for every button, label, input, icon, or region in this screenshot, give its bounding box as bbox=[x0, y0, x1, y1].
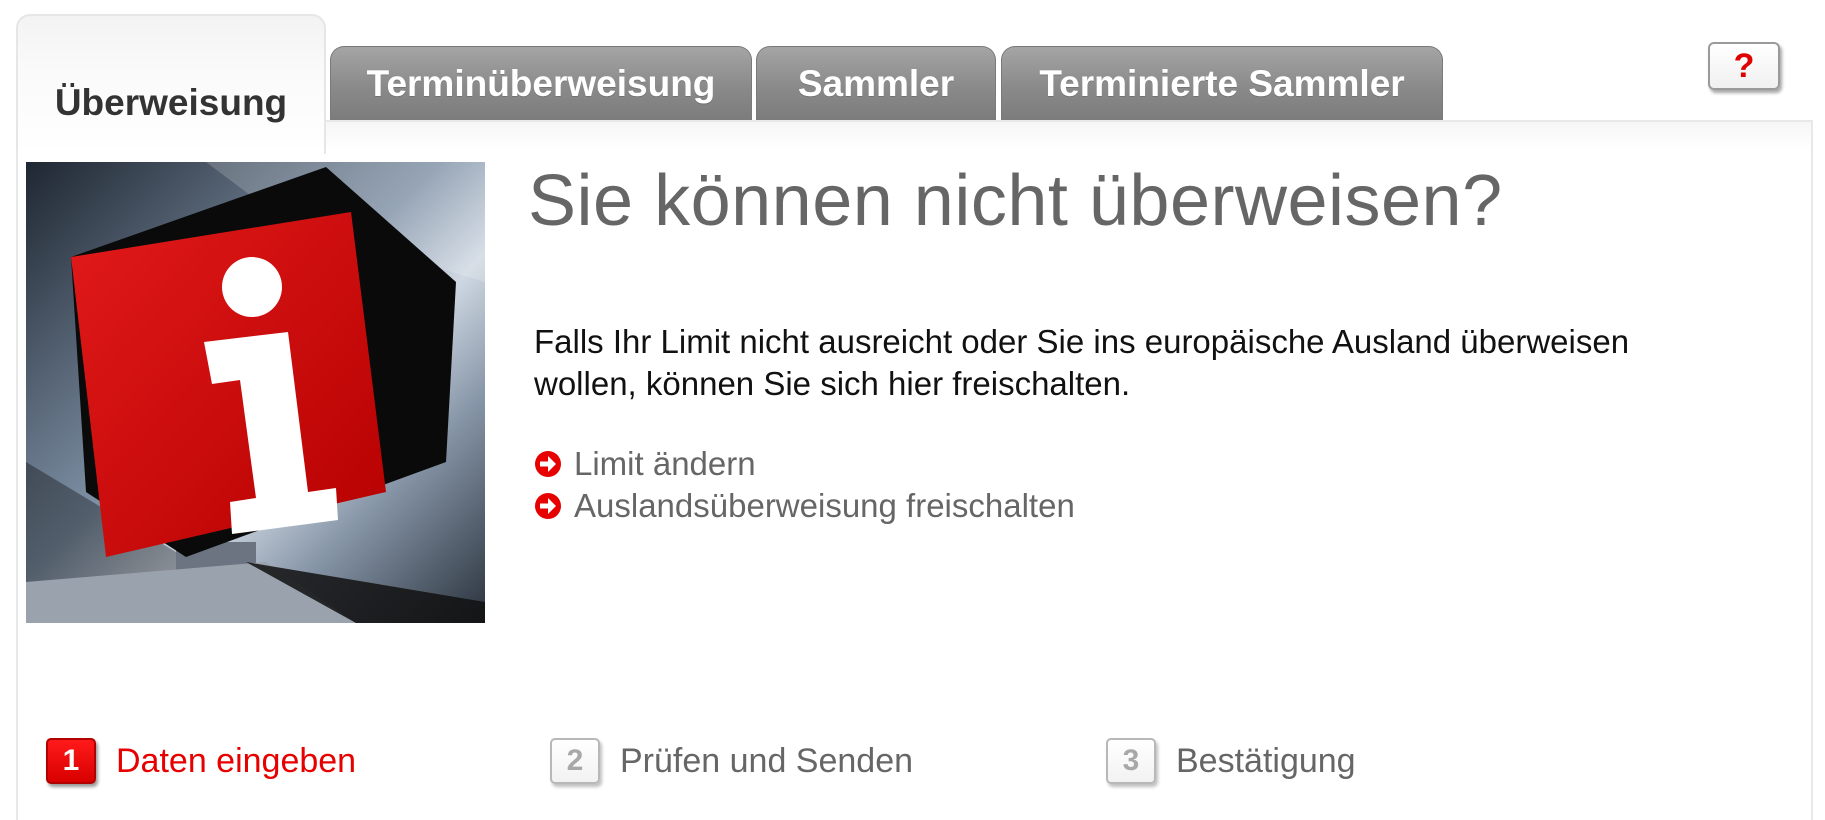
tab-ueberweisung[interactable]: Überweisung bbox=[16, 14, 326, 154]
step-bestaetigung: 3 Bestätigung bbox=[1106, 733, 1356, 789]
step-label: Prüfen und Senden bbox=[620, 741, 914, 780]
step-label: Daten eingeben bbox=[116, 741, 357, 780]
step-label: Bestätigung bbox=[1176, 741, 1356, 780]
arrow-right-circle-icon bbox=[534, 492, 562, 520]
step-number-badge: 2 bbox=[550, 738, 600, 784]
link-label: Limit ändern bbox=[574, 445, 756, 482]
page-title: Sie können nicht überweisen? bbox=[528, 161, 1503, 241]
step-daten-eingeben: 1 Daten eingeben bbox=[46, 733, 356, 789]
tab-sammler[interactable]: Sammler bbox=[756, 46, 996, 120]
step-number-badge: 1 bbox=[46, 738, 96, 784]
info-description: Falls Ihr Limit nicht ausreicht oder Sie… bbox=[534, 323, 1630, 402]
link-label: Auslandsüberweisung freischalten bbox=[574, 487, 1075, 524]
tab-terminierte-sammler[interactable]: Terminierte Sammler bbox=[1001, 46, 1443, 120]
progress-steps: 1 Daten eingeben 2 Prüfen und Senden 3 B… bbox=[46, 733, 1546, 793]
step-pruefen-und-senden: 2 Prüfen und Senden bbox=[550, 733, 913, 789]
arrow-right-circle-icon bbox=[534, 450, 562, 478]
help-button[interactable]: ? bbox=[1708, 42, 1780, 90]
auslandsueberweisung-freischalten-link[interactable]: Auslandsüberweisung freischalten bbox=[534, 485, 1075, 527]
tab-terminueberweisung[interactable]: Terminüberweisung bbox=[330, 46, 752, 120]
action-links: Limit ändern Auslandsüberweisung freisch… bbox=[534, 443, 1075, 527]
help-question-icon: ? bbox=[1733, 47, 1755, 85]
information-cube-icon bbox=[26, 162, 485, 623]
step-number-badge: 3 bbox=[1106, 738, 1156, 784]
limit-aendern-link[interactable]: Limit ändern bbox=[534, 443, 1075, 485]
